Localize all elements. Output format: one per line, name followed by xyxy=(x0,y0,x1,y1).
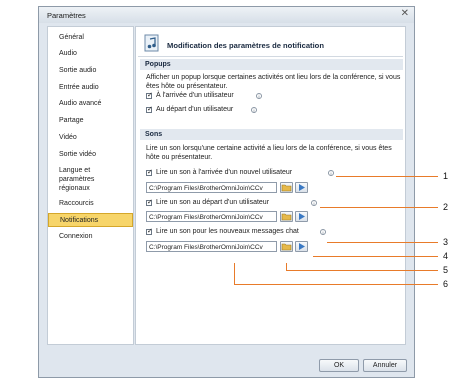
notification-settings-panel: Modification des paramètres de notificat… xyxy=(135,26,406,345)
sidebar-item-shortcuts[interactable]: Raccourcis xyxy=(48,197,133,211)
callout-line-2 xyxy=(320,207,438,208)
header-divider xyxy=(138,56,403,57)
sound-chat-message-checkbox[interactable] xyxy=(146,227,153,235)
popups-description: Afficher un popup lorsque certaines acti… xyxy=(146,74,401,90)
sidebar-item-connection[interactable]: Connexion xyxy=(48,230,133,244)
sound-user-leave-checkbox[interactable] xyxy=(146,198,153,206)
sound-user-leave-label: Lire un son au départ d'un utilisateur xyxy=(156,199,270,206)
sounds-description: Lire un son lorsqu'une certaine activité… xyxy=(146,145,392,161)
callout-4: 4 xyxy=(443,251,449,261)
callout-line-6 xyxy=(234,284,438,285)
sound-chat-message-path[interactable]: C:\Program Files\BrotherOmniJoin\CCv xyxy=(146,241,277,252)
callout-5: 5 xyxy=(443,265,449,275)
info-icon[interactable]: i xyxy=(251,107,257,113)
callout-6: 6 xyxy=(443,279,449,289)
ok-button[interactable]: OK xyxy=(319,359,359,372)
callout-1: 1 xyxy=(443,171,449,181)
popup-user-leave-label: Au départ d'un utilisateur xyxy=(156,106,234,113)
info-icon[interactable]: i xyxy=(328,170,334,176)
callout-line-3 xyxy=(327,242,438,243)
info-icon[interactable]: i xyxy=(311,200,317,206)
callout-line-5 xyxy=(286,270,438,271)
sidebar-item-audio-output[interactable]: Sortie audio xyxy=(48,64,133,78)
play-sound-button[interactable] xyxy=(295,211,308,222)
sidebar-item-language[interactable]: Langue et paramètres régionaux xyxy=(48,164,118,194)
folder-browse-icon xyxy=(281,184,292,192)
sounds-section-header: Sons xyxy=(140,129,403,140)
folder-browse-icon xyxy=(281,213,292,221)
info-icon[interactable]: i xyxy=(320,229,326,235)
close-icon[interactable]: ✕ xyxy=(401,8,409,19)
play-sound-button[interactable] xyxy=(295,182,308,193)
sound-user-join-path[interactable]: C:\Program Files\BrotherOmniJoin\CCv xyxy=(146,182,277,193)
panel-title: Modification des paramètres de notificat… xyxy=(167,41,324,50)
notification-settings-icon xyxy=(144,34,159,52)
popup-user-join-label: À l'arrivée d'un utilisateur xyxy=(156,92,234,99)
folder-browse-button[interactable] xyxy=(280,211,293,222)
callout-3: 3 xyxy=(443,237,449,247)
folder-browse-icon xyxy=(281,243,292,251)
sidebar-item-video-output[interactable]: Sortie vidéo xyxy=(48,148,133,162)
sound-user-leave-path[interactable]: C:\Program Files\BrotherOmniJoin\CCv xyxy=(146,211,277,222)
settings-sidebar: Général Audio Sortie audio Entrée audio … xyxy=(47,26,134,345)
window-title: Paramètres xyxy=(47,11,86,20)
info-icon[interactable]: i xyxy=(256,93,262,99)
callout-line-5-vertical xyxy=(286,263,287,270)
cancel-button[interactable]: Annuler xyxy=(363,359,407,372)
play-sound-button[interactable] xyxy=(295,241,308,252)
sidebar-item-notifications[interactable]: Notifications xyxy=(48,213,133,227)
folder-browse-button[interactable] xyxy=(280,241,293,252)
popup-user-leave-checkbox[interactable] xyxy=(146,105,153,113)
sidebar-item-audio[interactable]: Audio xyxy=(48,47,133,61)
sidebar-item-sharing[interactable]: Partage xyxy=(48,114,133,128)
sidebar-item-video[interactable]: Vidéo xyxy=(48,131,133,145)
sound-user-join-checkbox[interactable] xyxy=(146,168,153,176)
callout-line-1 xyxy=(336,176,438,177)
sound-chat-message-label: Lire un son pour les nouveaux messages c… xyxy=(156,228,299,235)
folder-browse-button[interactable] xyxy=(280,182,293,193)
sound-user-join-label: Lire un son à l'arrivée d'un nouvel util… xyxy=(156,169,293,176)
settings-window: Paramètres ✕ Général Audio Sortie audio … xyxy=(38,6,415,378)
title-bar: Paramètres ✕ xyxy=(39,7,414,23)
popups-section-header: Popups xyxy=(140,59,403,70)
callout-line-6-vertical xyxy=(234,263,235,284)
play-icon xyxy=(299,243,305,250)
popup-user-join-checkbox[interactable] xyxy=(146,91,153,99)
play-icon xyxy=(299,213,305,220)
sidebar-item-audio-input[interactable]: Entrée audio xyxy=(48,81,133,95)
sidebar-item-general[interactable]: Général xyxy=(48,31,133,45)
callout-2: 2 xyxy=(443,202,449,212)
play-icon xyxy=(299,184,305,191)
callout-line-4 xyxy=(313,256,438,257)
sidebar-item-advanced-audio[interactable]: Audio avancé xyxy=(48,97,133,111)
